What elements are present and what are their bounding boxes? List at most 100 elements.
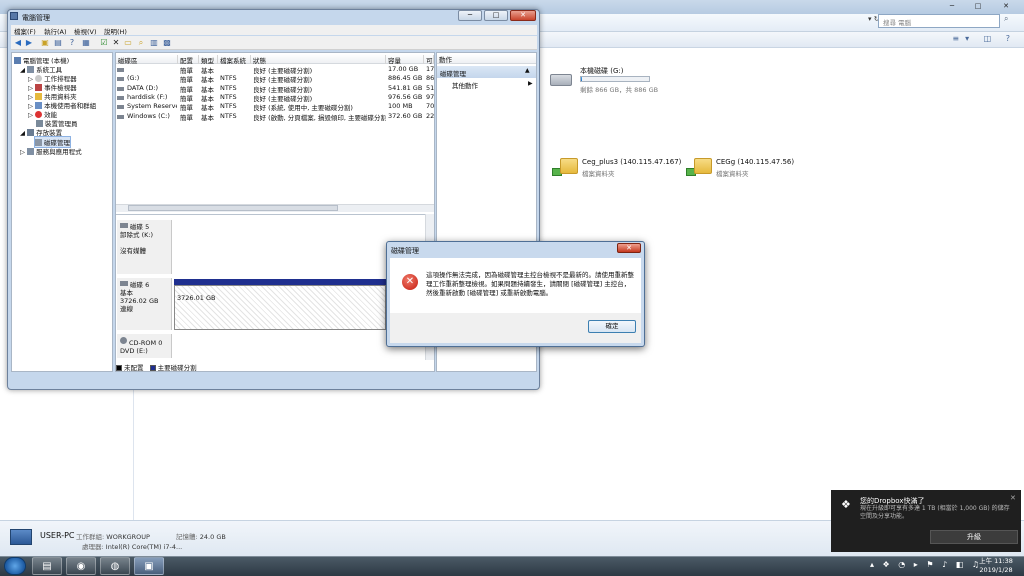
explorer-maximize-button[interactable]: □ — [966, 0, 990, 12]
volume-cell: 簡單 — [180, 113, 193, 122]
help-icon[interactable]: ? — [67, 38, 77, 48]
ok-button[interactable]: 確定 — [588, 320, 636, 333]
menu-view[interactable]: 檢視(V) — [74, 26, 97, 36]
share-type: 檔案資料夾 — [582, 170, 615, 178]
media-player-taskbar-icon[interactable]: ◉ — [66, 557, 96, 575]
minimize-button[interactable]: ─ — [458, 10, 482, 21]
share-name: Ceg_plus3 (140.115.47.167) — [582, 158, 682, 166]
forward-icon[interactable]: ▶ — [24, 38, 34, 48]
storage-icon — [27, 129, 35, 136]
explorer-minimize-button[interactable]: ─ — [940, 0, 964, 12]
disk-6-label[interactable]: 磁碟 6 基本 3726.02 GB 連線 — [117, 278, 172, 330]
disk-5-label[interactable]: 磁碟 5 卸除式 (K:) 沒有媒體 — [117, 220, 172, 274]
volume-cell: 51 — [426, 83, 434, 92]
drive-name: 本機磁碟 (G:) — [580, 67, 624, 75]
volume-cell: 372.60 GB — [388, 111, 423, 120]
volume-cell: 541.81 GB — [388, 83, 423, 92]
col-volume[interactable]: 磁碟區 — [116, 55, 178, 64]
col-capacity[interactable]: 容量 — [386, 55, 424, 64]
memory-info: 記憶體: 24.0 GB — [176, 531, 226, 541]
folder-icon — [694, 158, 712, 174]
upgrade-button[interactable]: 升級 — [930, 530, 1018, 544]
volume-cell: 100 MB — [388, 102, 413, 111]
disk-name: CD-ROM 0 — [129, 339, 163, 347]
legend: 未配置 主要磁碟分割 — [116, 362, 434, 372]
services-icon — [27, 148, 35, 155]
computer-management-taskbar-icon[interactable]: ▣ — [134, 557, 164, 575]
view-options-icons[interactable]: ≡▾ ◫ ? — [952, 34, 1016, 43]
volume-cell: (G:) — [127, 74, 140, 83]
disk-line: 連線 — [120, 305, 133, 313]
menu-action[interactable]: 執行(A) — [44, 26, 67, 36]
col-free[interactable]: 可 — [424, 55, 434, 64]
volume-cell: System Reserved — [127, 102, 177, 111]
volume-icon-wrap — [117, 104, 126, 112]
refresh-icon[interactable]: ▩ — [162, 38, 172, 48]
volume-cell: 886.45 GB — [388, 74, 423, 83]
disk-name: 磁碟 5 — [130, 223, 150, 231]
volume-cell: Windows (C:) — [127, 111, 170, 120]
properties-icon[interactable]: ▥ — [149, 38, 159, 48]
start-button[interactable] — [4, 557, 26, 575]
volume-cell: 97 — [426, 92, 434, 101]
disk-icon — [120, 223, 128, 228]
menu-file[interactable]: 檔案(F) — [14, 26, 36, 36]
search-icon[interactable]: ⌕ — [1004, 14, 1008, 24]
clock-date: 2019/1/28 — [979, 566, 1013, 574]
check-icon[interactable]: ☑ — [99, 38, 109, 48]
open-icon[interactable]: ▭ — [123, 38, 133, 48]
system-tray-icons[interactable]: ▴ ❖ ◔ ▸ ⚑ ♪ ◧ ♫ — [870, 560, 982, 569]
volume-cell: DATA (D:) — [127, 83, 159, 92]
disk-line: 沒有媒體 — [120, 247, 146, 255]
shared-folder-icon — [35, 93, 43, 100]
delete-icon[interactable]: ✕ — [111, 38, 121, 48]
up-folder-icon[interactable]: ▣ — [40, 38, 50, 48]
performance-icon — [35, 111, 43, 118]
clock[interactable]: 上午 11:38 2019/1/28 — [972, 557, 1020, 575]
disk-line: 基本 — [120, 289, 133, 297]
cdrom-icon — [120, 337, 127, 344]
notification-close-button[interactable]: ✕ — [1010, 494, 1016, 502]
col-type[interactable]: 類型 — [199, 55, 218, 64]
close-button[interactable]: ✕ — [510, 10, 536, 21]
col-layout[interactable]: 配置 — [178, 55, 199, 64]
notification-body: 現在升級即可享有多達 1 TB (相當於 1,000 GB) 的儲存空間及分享功… — [860, 505, 1010, 520]
volume-icon-wrap — [117, 76, 126, 84]
submenu-arrow-icon: ▶ — [528, 80, 533, 87]
volume-icon-wrap — [117, 86, 126, 94]
cdrom-label[interactable]: CD-ROM 0 DVD (E:) — [117, 334, 172, 358]
dialog-title: 磁碟管理 — [391, 247, 419, 255]
drive-usage-fill — [581, 77, 583, 81]
explorer-close-button[interactable]: ✕ — [992, 0, 1020, 12]
list-view-icon[interactable]: ▦ — [81, 38, 91, 48]
tree-item-services[interactable]: ▷ 服務與應用程式 — [20, 146, 82, 156]
explorer-taskbar-icon[interactable]: ▤ — [32, 557, 62, 575]
volume-cell: 86 — [426, 74, 434, 83]
dropbox-icon: ❖ — [841, 498, 851, 511]
processor-value: Intel(R) Core(TM) i7-4... — [105, 543, 183, 551]
maximize-button[interactable]: □ — [484, 10, 508, 21]
menu-help[interactable]: 說明(H) — [104, 26, 127, 36]
tree-label: 服務與應用程式 — [36, 148, 82, 156]
search-folder-icon[interactable]: ⌕ — [136, 38, 146, 48]
scrollbar-thumb[interactable] — [128, 205, 338, 211]
search-input[interactable]: 搜尋 電腦 — [878, 14, 1000, 28]
console-tree-icon[interactable]: ▤ — [53, 38, 63, 48]
pc-name: USER-PC — [40, 531, 75, 540]
col-status[interactable]: 狀態 — [251, 55, 386, 64]
actions-section-disk-management[interactable]: 磁碟管理 — [437, 66, 536, 78]
col-filesystem[interactable]: 檔案系統 — [218, 55, 251, 64]
chrome-taskbar-icon[interactable]: ◍ — [100, 557, 130, 575]
collapse-icon[interactable]: ▲ — [525, 67, 530, 74]
volume-cell: NTFS — [220, 74, 237, 83]
more-actions-item[interactable]: 其他動作 — [452, 80, 478, 90]
volume-cell: 17 — [426, 65, 434, 73]
disk-icon — [120, 281, 128, 286]
volume-icon — [117, 105, 124, 110]
dialog-close-button[interactable]: ✕ — [617, 243, 641, 253]
back-icon[interactable]: ◀ — [13, 38, 23, 48]
partition-block[interactable]: 3726.01 GB — [174, 285, 386, 330]
volume-cell: 基本 — [201, 113, 214, 122]
volume-icon — [117, 86, 124, 91]
unallocated-swatch — [116, 365, 122, 371]
